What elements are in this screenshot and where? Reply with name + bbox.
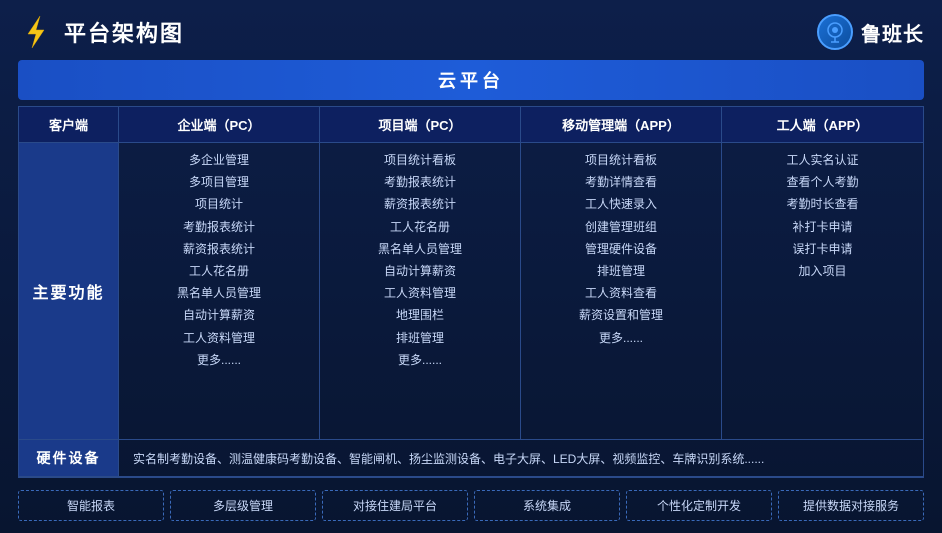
bottom-item-2: 对接住建局平台 [322,490,468,521]
feature-item: 查看个人考勤 [732,173,913,192]
col-header-worker: 工人端（APP） [722,107,923,142]
feature-item: 工人资料查看 [531,284,711,303]
col-header-enterprise: 企业端（PC） [119,107,320,142]
main-table: 客户端 企业端（PC） 项目端（PC） 移动管理端（APP） 工人端（APP） … [18,106,924,478]
bottom-item-4: 个性化定制开发 [626,490,772,521]
col-header-mobile: 移动管理端（APP） [521,107,722,142]
bottom-row: 智能报表 多层级管理 对接住建局平台 系统集成 个性化定制开发 提供数据对接服务 [18,484,924,523]
feature-item: 排班管理 [330,329,510,348]
feature-item: 考勤报表统计 [330,173,510,192]
feature-item: 工人资料管理 [129,329,309,348]
cloud-banner: 云平台 [18,60,924,100]
page-title: 平台架构图 [64,16,184,48]
main-function-label: 主要功能 [19,143,119,439]
page-wrapper: 平台架构图 鲁班长 云平台 客户端 企业端（PC） 项目端（PC） 移动管理端（… [0,0,942,533]
bottom-item-3: 系统集成 [474,490,620,521]
header: 平台架构图 鲁班长 [18,10,924,54]
hardware-content: 实名制考勤设备、测温健康码考勤设备、智能闸机、扬尘监测设备、电子大屏、LED大屏… [119,440,923,476]
brand-logo-circle [817,14,853,50]
feature-item: 更多...... [129,351,309,370]
bottom-item-5: 提供数据对接服务 [778,490,924,521]
logo-icon [18,14,54,50]
feature-item: 项目统计看板 [531,151,711,170]
feature-item: 考勤时长查看 [732,195,913,214]
feature-item: 工人资料管理 [330,284,510,303]
feature-item: 工人花名册 [330,218,510,237]
feature-item: 项目统计看板 [330,151,510,170]
brand-name: 鲁班长 [861,18,924,47]
feature-item: 加入项目 [732,262,913,281]
feature-item: 项目统计 [129,195,309,214]
feature-item: 排班管理 [531,262,711,281]
bottom-item-0: 智能报表 [18,490,164,521]
content-row: 主要功能 多企业管理 多项目管理 项目统计 考勤报表统计 薪资报表统计 工人花名… [19,143,923,440]
feature-item: 自动计算薪资 [330,262,510,281]
feature-item: 管理硬件设备 [531,240,711,259]
feature-item: 地理围栏 [330,306,510,325]
mobile-features: 项目统计看板 考勤详情查看 工人快速录入 创建管理班组 管理硬件设备 排班管理 … [521,143,722,439]
feature-item: 薪资报表统计 [330,195,510,214]
feature-item: 工人花名册 [129,262,309,281]
feature-item: 工人快速录入 [531,195,711,214]
feature-item: 更多...... [531,329,711,348]
enterprise-features: 多企业管理 多项目管理 项目统计 考勤报表统计 薪资报表统计 工人花名册 黑名单… [119,143,320,439]
col-header-client: 客户端 [19,107,119,142]
feature-item: 创建管理班组 [531,218,711,237]
feature-item: 更多...... [330,351,510,370]
feature-item: 黑名单人员管理 [330,240,510,259]
brand-icon [824,21,846,43]
feature-item: 考勤详情查看 [531,173,711,192]
feature-item: 薪资报表统计 [129,240,309,259]
bottom-item-1: 多层级管理 [170,490,316,521]
feature-item: 多企业管理 [129,151,309,170]
feature-item: 多项目管理 [129,173,309,192]
feature-item: 薪资设置和管理 [531,306,711,325]
hardware-row: 硬件设备 实名制考勤设备、测温健康码考勤设备、智能闸机、扬尘监测设备、电子大屏、… [19,440,923,477]
hardware-label: 硬件设备 [19,440,119,476]
column-headers: 客户端 企业端（PC） 项目端（PC） 移动管理端（APP） 工人端（APP） [19,107,923,143]
feature-item: 黑名单人员管理 [129,284,309,303]
feature-item: 误打卡申请 [732,240,913,259]
feature-item: 工人实名认证 [732,151,913,170]
col-header-project: 项目端（PC） [320,107,521,142]
header-left: 平台架构图 [18,14,184,50]
feature-item: 考勤报表统计 [129,218,309,237]
brand-right: 鲁班长 [817,14,924,50]
feature-item: 补打卡申请 [732,218,913,237]
worker-features: 工人实名认证 查看个人考勤 考勤时长查看 补打卡申请 误打卡申请 加入项目 [722,143,923,439]
feature-item: 自动计算薪资 [129,306,309,325]
project-features: 项目统计看板 考勤报表统计 薪资报表统计 工人花名册 黑名单人员管理 自动计算薪… [320,143,521,439]
